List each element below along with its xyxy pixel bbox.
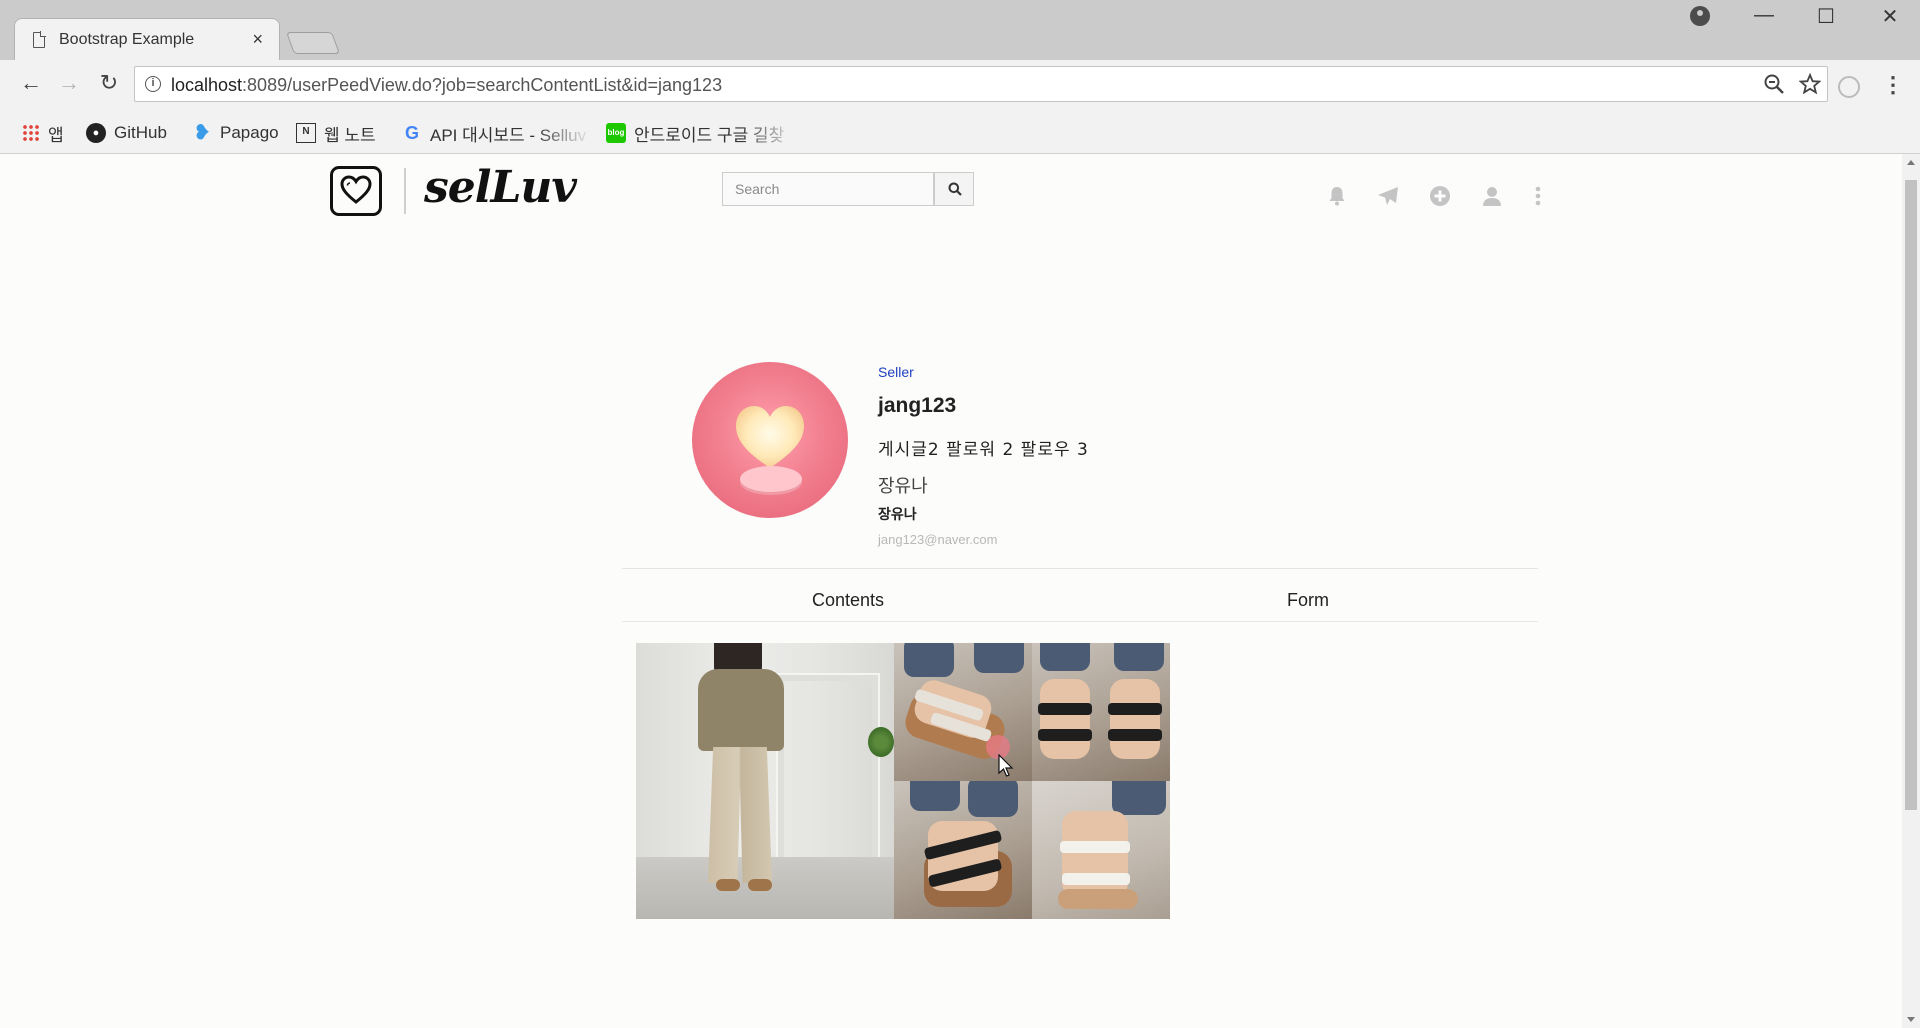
address-bar[interactable]: i localhost:8089/userPeedView.do?job=sea… [134, 66, 1828, 102]
bookmark-web-note[interactable]: N 웹 노트 [296, 120, 376, 146]
paper-plane-icon[interactable] [1376, 184, 1400, 208]
search-icon [948, 182, 962, 196]
jeans [1040, 643, 1090, 671]
minimize-button[interactable]: — [1744, 4, 1784, 27]
bookmark-label: 웹 노트 [324, 125, 376, 145]
scrollbar-thumb[interactable] [1905, 180, 1917, 810]
apps-grid-icon [22, 124, 40, 142]
profile-name-secondary: 장유나 [878, 507, 917, 523]
url-text[interactable]: localhost:8089/userPeedView.do?job=searc… [171, 75, 722, 96]
new-tab-button[interactable] [285, 32, 341, 54]
profile-stats: 게시글2 팔로워 2 팔로우 3 [878, 440, 1089, 460]
page-scrollbar[interactable] [1902, 154, 1920, 1028]
bookmark-github[interactable]: ● GitHub [86, 120, 167, 146]
content-photo-sandal-4[interactable] [1032, 781, 1170, 919]
document-icon [33, 31, 46, 48]
search-field[interactable] [722, 172, 934, 206]
avatar[interactable] [692, 362, 848, 518]
bookmark-star-icon[interactable] [1798, 72, 1822, 101]
browser-tab-active[interactable]: Bootstrap Example × [14, 18, 280, 60]
sandal-strap [1038, 729, 1092, 741]
bell-icon[interactable] [1325, 184, 1349, 208]
jeans [968, 781, 1018, 817]
shoe [748, 879, 772, 891]
heart-lamp-image [736, 406, 804, 468]
content-photo-sandal-3[interactable] [894, 781, 1032, 919]
search-button[interactable] [934, 172, 974, 206]
bookmarks-bar: 앱 ● GitHub ❥ Papago N 웹 노트 G API 대시보드 - … [0, 114, 1920, 154]
khaki-top [698, 669, 784, 751]
profile-email: jang123@naver.com [878, 532, 998, 547]
maximize-button[interactable]: ☐ [1806, 4, 1846, 29]
search-input[interactable] [723, 173, 933, 205]
forward-button[interactable]: → [54, 70, 84, 96]
bookmark-label: 안드로이드 구글 길찾 [634, 125, 785, 145]
divider [622, 568, 1538, 569]
lamp-stand [740, 466, 802, 492]
more-vertical-icon[interactable] [1532, 184, 1544, 208]
google-icon: G [404, 123, 419, 143]
logo-divider [404, 168, 406, 214]
foot [1040, 679, 1090, 759]
jeans [1114, 643, 1164, 671]
content-photo-sandal-2[interactable] [1032, 643, 1170, 781]
bookmark-papago[interactable]: ❥ Papago [192, 120, 279, 146]
bookmark-label: GitHub [114, 123, 167, 142]
heart-logo-icon [340, 175, 372, 204]
sandal-strap [1108, 729, 1162, 741]
bookmark-apps[interactable]: 앱 [22, 120, 64, 146]
logo-text[interactable]: selLuv [424, 162, 577, 213]
bookmark-label: API 대시보드 - Selluv [430, 125, 587, 145]
zoom-out-icon[interactable] [1763, 73, 1785, 101]
bookmark-label: 앱 [48, 125, 64, 145]
jeans [910, 781, 960, 811]
page-viewport: selLuv Seller ja [0, 154, 1902, 1028]
browser-toolbar: ← → ↻ i localhost:8089/userPeedView.do?j… [0, 60, 1920, 114]
shoe [716, 879, 740, 891]
browser-titlebar: Bootstrap Example × — ☐ ✕ [0, 0, 1920, 60]
tab-title: Bootstrap Example [59, 31, 195, 48]
sandal-strap [1108, 703, 1162, 715]
bookmark-android-directions[interactable]: blog 안드로이드 구글 길찾 [606, 120, 798, 146]
bookmark-label: Papago [220, 123, 279, 142]
browser-menu-icon[interactable]: ⋮ [1882, 72, 1904, 98]
sandal-strap [1038, 703, 1092, 715]
jeans [974, 643, 1024, 673]
profile-user-id: jang123 [878, 394, 957, 417]
user-icon[interactable] [1480, 184, 1504, 208]
extension-icon[interactable] [1838, 76, 1860, 98]
tab-contents[interactable]: Contents [812, 590, 884, 611]
reload-button[interactable]: ↻ [94, 70, 124, 96]
profile-name: 장유나 [878, 476, 928, 497]
sandal-strap [1060, 841, 1130, 853]
scroll-up-arrow-icon[interactable] [1907, 160, 1915, 165]
plus-circle-icon[interactable] [1428, 184, 1452, 208]
divider [622, 621, 1538, 622]
foot [1110, 679, 1160, 759]
tab-close-icon[interactable]: × [252, 29, 263, 50]
info-icon[interactable]: i [145, 76, 161, 92]
logo-mark[interactable] [330, 166, 382, 216]
sandal-sole [1058, 889, 1138, 909]
wall-panel [776, 673, 880, 873]
tab-form[interactable]: Form [1287, 590, 1329, 611]
github-icon: ● [86, 123, 106, 143]
jeans [904, 643, 954, 677]
bookmark-api-dashboard[interactable]: G API 대시보드 - Selluv [402, 120, 592, 146]
blog-icon: blog [606, 123, 626, 143]
jeans [1112, 781, 1166, 815]
back-button[interactable]: ← [16, 70, 46, 96]
plant [868, 727, 894, 757]
scroll-down-arrow-icon[interactable] [1907, 1017, 1915, 1022]
browser-profile-icon[interactable] [1690, 6, 1710, 26]
naver-note-icon: N [296, 123, 316, 143]
profile-role: Seller [878, 364, 914, 380]
sandal-strap [1062, 873, 1130, 885]
papago-icon: ❥ [193, 122, 211, 144]
content-photo-outfit[interactable] [636, 643, 894, 919]
close-window-button[interactable]: ✕ [1870, 4, 1910, 29]
